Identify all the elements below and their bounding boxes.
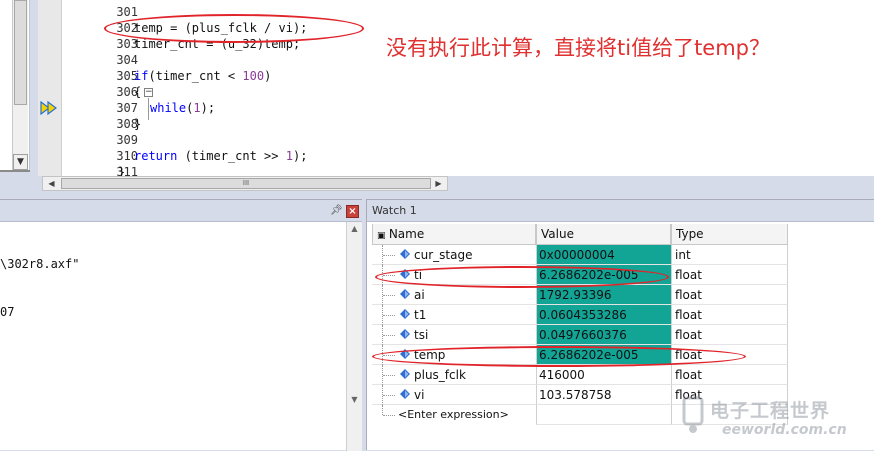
line-number: 309: [116, 133, 138, 147]
watch-name[interactable]: ti: [372, 265, 536, 285]
line-number: 307: [116, 101, 138, 115]
watch-name[interactable]: temp: [372, 345, 536, 365]
code-line-310: return (timer_cnt >> 1);: [134, 149, 308, 163]
watch-value[interactable]: 0.0604353286: [536, 305, 671, 325]
watch-name[interactable]: plus_fclk: [372, 365, 536, 385]
watch-row[interactable]: tsi 0.0497660376 float: [372, 325, 788, 345]
expand-icon[interactable]: ▣: [377, 226, 386, 246]
variable-icon: [400, 269, 410, 279]
watch-header: Watch 1: [367, 200, 874, 222]
tree-line: [383, 415, 395, 416]
code-line-311: }: [118, 165, 126, 176]
watch-name[interactable]: tsi: [372, 325, 536, 345]
watch-value[interactable]: 103.578758: [536, 385, 671, 405]
watch-name[interactable]: cur_stage: [372, 245, 536, 265]
scroll-down-icon[interactable]: ▼: [13, 154, 28, 170]
output-line: \302r8.axf": [0, 257, 80, 271]
variable-icon: [400, 349, 410, 359]
code-editor[interactable]: 301 302 303 304 305 306 307 308 309 310 …: [38, 0, 874, 176]
watch-row[interactable]: plus_fclk 416000 float: [372, 365, 788, 385]
variable-icon: [400, 249, 410, 259]
column-header-name[interactable]: ▣ Name: [372, 224, 536, 245]
watch-value: [536, 405, 671, 425]
code-line-303: timer_cnt = (u_32)temp;: [134, 37, 301, 51]
line-number: 301: [116, 5, 138, 19]
left-side-panel: ▼: [0, 0, 30, 170]
scrollbar-thumb[interactable]: [14, 0, 27, 105]
eeworld-watermark: 电子工程世界 eeworld.com.cn: [680, 392, 870, 448]
annotation-text: 没有执行此计算，直接将ti值给了temp？: [386, 36, 771, 60]
watch-title: Watch 1: [372, 204, 417, 217]
scroll-left-icon[interactable]: ◀: [44, 177, 59, 190]
watch-value[interactable]: 1792.93396: [536, 285, 671, 305]
variable-icon: [400, 369, 410, 379]
watch-row[interactable]: t1 0.0604353286 float: [372, 305, 788, 325]
variable-icon: [400, 329, 410, 339]
line-numbers: 301 302 303 304 305 306 307 308 309 310 …: [62, 0, 142, 176]
tree-line: [383, 315, 395, 316]
scroll-up-icon[interactable]: ▲: [347, 224, 362, 238]
watch-row[interactable]: temp 6.2686202e-005 float: [372, 345, 788, 365]
enter-expression-input[interactable]: <Enter expression>: [398, 408, 509, 421]
fold-collapse-icon[interactable]: −: [144, 88, 153, 97]
watch-type: int: [671, 245, 788, 265]
watch-type: float: [671, 365, 788, 385]
scroll-right-icon[interactable]: ▶: [431, 177, 446, 190]
breakpoint-gutter[interactable]: [38, 0, 62, 176]
watch-value[interactable]: 6.2686202e-005: [536, 265, 671, 285]
output-text: \302r8.axf" 07: [0, 224, 79, 352]
tree-line: [383, 355, 395, 356]
watch-row[interactable]: cur_stage 0x00000004 int: [372, 245, 788, 265]
watch-name[interactable]: t1: [372, 305, 536, 325]
watch-type: float: [671, 305, 788, 325]
tree-line: [383, 395, 395, 396]
fold-guide: [148, 98, 149, 120]
tree-line: [383, 375, 395, 376]
watch-type: float: [671, 265, 788, 285]
variable-icon: [400, 309, 410, 319]
tree-line: [383, 255, 395, 256]
watch-type: float: [671, 285, 788, 305]
output-line: 07: [0, 305, 15, 319]
code-line-305: if(timer_cnt < 100): [134, 69, 272, 83]
code-line-307: while(1);: [150, 101, 216, 115]
scroll-down-icon[interactable]: ▼: [347, 395, 362, 409]
watch-name[interactable]: ai: [372, 285, 536, 305]
column-header-value[interactable]: Value: [536, 224, 671, 245]
tree-line: [383, 275, 395, 276]
output-header: 📌︎ ×: [0, 200, 362, 222]
tree-line: [383, 335, 395, 336]
watch-value[interactable]: 0x00000004: [536, 245, 671, 265]
watermark-en: eeworld.com.cn: [722, 422, 847, 438]
tree-line: [382, 405, 383, 415]
eeworld-logo-icon: [682, 396, 704, 433]
current-execution-arrow-icon: [40, 101, 57, 115]
left-panel-scrollbar[interactable]: ▼: [12, 0, 28, 170]
editor-horizontal-scrollbar[interactable]: ◀ III ▶: [42, 176, 448, 191]
divider: [0, 170, 30, 172]
watch-value[interactable]: 416000: [536, 365, 671, 385]
column-header-type[interactable]: Type: [671, 224, 788, 245]
line-number: 304: [116, 53, 138, 67]
output-window: 📌︎ × \302r8.axf" 07 ▲ ▼: [0, 199, 362, 451]
watch-value[interactable]: 6.2686202e-005: [536, 345, 671, 365]
watch-type: float: [671, 325, 788, 345]
pin-icon[interactable]: 📌︎: [330, 205, 343, 217]
code-line-302: temp = (plus_fclk / vi);: [134, 21, 308, 35]
close-icon[interactable]: ×: [346, 205, 359, 218]
scrollbar-thumb[interactable]: III: [61, 178, 431, 189]
watch-row[interactable]: ti 6.2686202e-005 float: [372, 265, 788, 285]
output-scrollbar[interactable]: ▲ ▼: [346, 222, 362, 451]
code-line-306: {: [134, 85, 142, 99]
variable-icon: [400, 289, 410, 299]
watch-row[interactable]: ai 1792.93396 float: [372, 285, 788, 305]
watch-type: float: [671, 345, 788, 365]
variable-icon: [400, 389, 410, 399]
watch-name[interactable]: vi: [372, 385, 536, 405]
tree-line: [383, 295, 395, 296]
editor-area: ▼ 301 302 303 304 305 306 307 308 309 31…: [0, 0, 874, 197]
watch-value[interactable]: 0.0497660376: [536, 325, 671, 345]
watermark-cn: 电子工程世界: [710, 400, 831, 422]
code-line-308: }: [134, 117, 142, 131]
